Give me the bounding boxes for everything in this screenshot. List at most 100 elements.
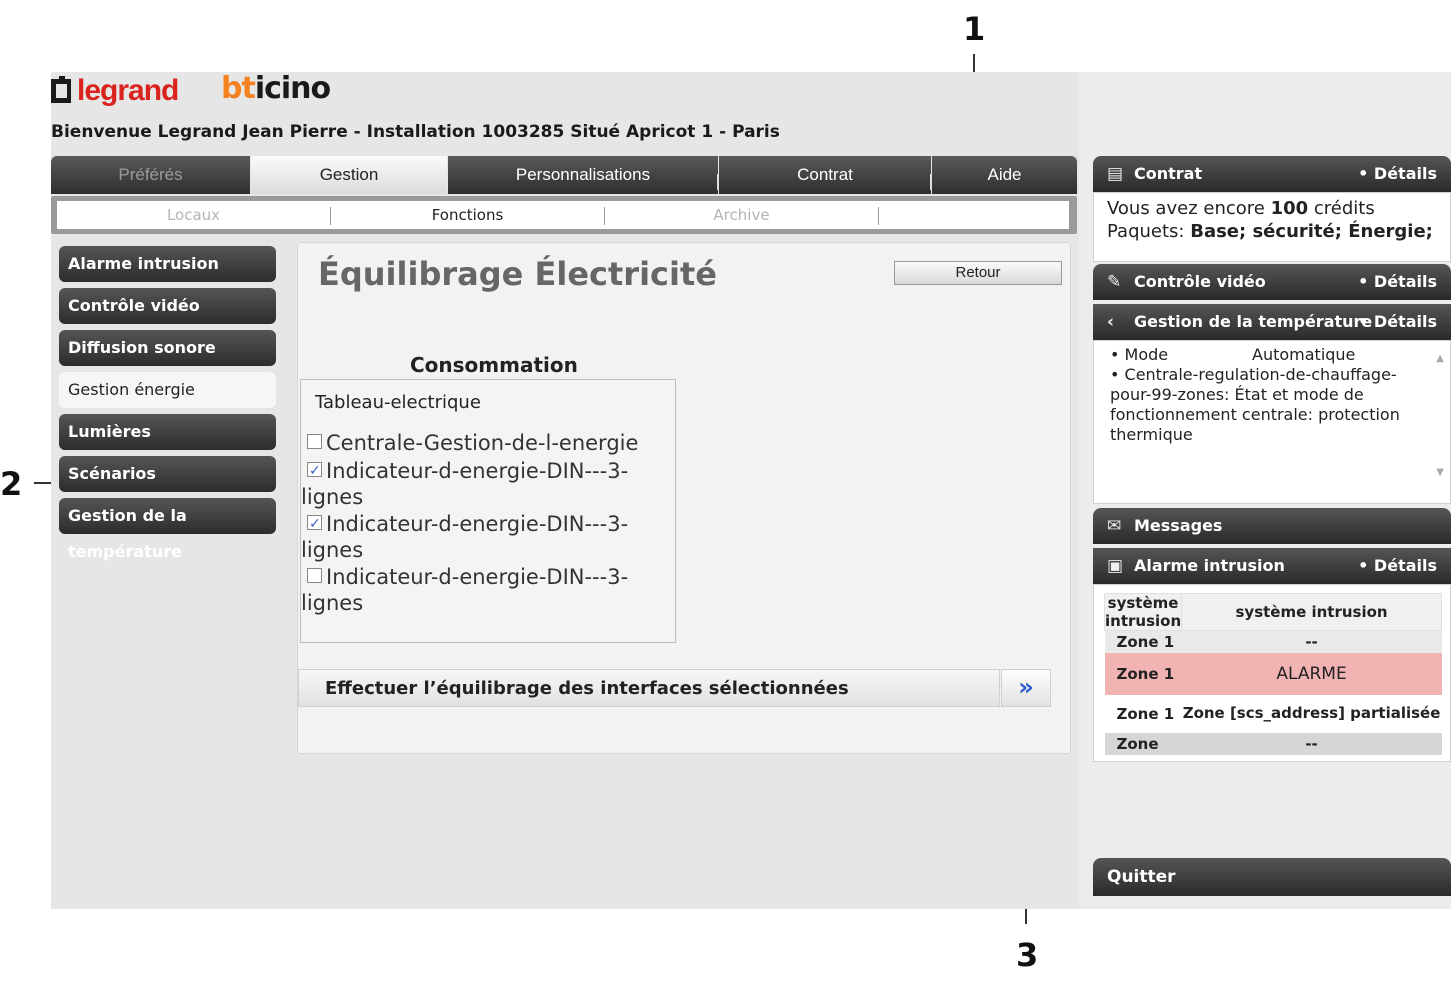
equilibrage-run-button[interactable]: » bbox=[1001, 669, 1051, 707]
quit-button[interactable]: Quitter bbox=[1093, 858, 1451, 896]
alarm-zone-table: système intrusion système intrusion Zone… bbox=[1103, 593, 1442, 755]
table-row: Zone 1 ALARME bbox=[1104, 652, 1442, 695]
interface-checkbox[interactable] bbox=[307, 511, 322, 537]
interface-checkbox[interactable] bbox=[307, 434, 322, 449]
temperature-body: • Mode Automatique • Centrale-regulation-… bbox=[1093, 340, 1451, 504]
subtab-separator bbox=[878, 207, 879, 225]
credits-text: Vous avez encore bbox=[1107, 198, 1271, 219]
credits-count: 100 bbox=[1270, 198, 1309, 219]
consommation-title: Consommation bbox=[410, 353, 578, 377]
alarme-body: système intrusion système intrusion Zone… bbox=[1093, 584, 1451, 762]
zone-cell: Zone 1 bbox=[1116, 664, 1175, 683]
menu-diffusion-sonore[interactable]: Diffusion sonore bbox=[59, 330, 276, 366]
alarme-header: ▣ Alarme intrusion • Détails bbox=[1093, 548, 1451, 584]
callout-1: 1 bbox=[963, 10, 986, 48]
messages-header[interactable]: ✉ Messages bbox=[1093, 508, 1451, 544]
zone-cell: Zone 1 bbox=[1116, 704, 1175, 723]
sub-nav: Locaux Fonctions Archive bbox=[51, 196, 1077, 234]
envelope-icon: ✉ bbox=[1107, 516, 1122, 536]
zone-status: -- bbox=[1305, 734, 1318, 753]
temperature-details-link[interactable]: • Détails bbox=[1358, 304, 1437, 340]
callout-2: 2 bbox=[0, 465, 23, 503]
zone-status: -- bbox=[1305, 632, 1318, 651]
subtab-fonctions[interactable]: Fonctions bbox=[331, 201, 604, 229]
menu-gestion-temperature[interactable]: Gestion de la température bbox=[59, 498, 276, 561]
retour-button[interactable]: Retour bbox=[894, 261, 1062, 285]
zone-cell: Zone bbox=[1116, 734, 1159, 753]
content-panel: Équilibrage Électricité Retour Consommat… bbox=[297, 242, 1071, 754]
interface-item[interactable]: Indicateur-d-energie-DIN---3- lignes bbox=[301, 458, 671, 510]
menu-gestion-energie[interactable]: Gestion énergie bbox=[59, 372, 276, 408]
subtab-archive[interactable]: Archive bbox=[605, 201, 878, 229]
mode-value: Automatique bbox=[1252, 345, 1356, 364]
temperature-header: ‹ Gestion de la température • Détails bbox=[1093, 304, 1451, 340]
paquets-value: Base; sécurité; Énergie; bbox=[1190, 221, 1433, 242]
paquets-line: Paquets: Base; sécurité; Énergie; bbox=[1107, 220, 1450, 243]
contrat-title: Contrat bbox=[1134, 164, 1203, 183]
temperature-title: Gestion de la température bbox=[1134, 312, 1373, 331]
alarme-details-link[interactable]: • Détails bbox=[1358, 548, 1437, 584]
tab-contrat[interactable]: Contrat bbox=[719, 156, 931, 194]
lock-icon: ▣ bbox=[1107, 556, 1124, 576]
interface-label: Indicateur-d-energie-DIN---3- bbox=[326, 512, 629, 536]
consommation-box: Tableau-electrique Centrale-Gestion-de-l… bbox=[300, 379, 676, 643]
table-header: système intrusion bbox=[1181, 593, 1442, 631]
menu-lumieres[interactable]: Lumières bbox=[59, 414, 276, 450]
contrat-details-link[interactable]: • Détails bbox=[1358, 156, 1437, 192]
interface-item[interactable]: Indicateur-d-energie-DIN---3- lignes bbox=[301, 564, 671, 616]
table-header: système intrusion bbox=[1103, 593, 1183, 631]
app-screen: legrand bticino Bienvenue Legrand Jean P… bbox=[51, 71, 1451, 909]
top-nav: Préférés Gestion Personnalisations Contr… bbox=[51, 156, 1077, 194]
interface-label-line2: lignes bbox=[301, 591, 364, 615]
interface-checkbox[interactable] bbox=[307, 568, 322, 583]
tab-preferes[interactable]: Préférés bbox=[51, 156, 250, 194]
mode-label: • Mode bbox=[1110, 345, 1169, 364]
scroll-up-icon[interactable]: ▲ bbox=[1436, 349, 1444, 369]
interface-label-line2: lignes bbox=[301, 485, 364, 509]
interface-label: Indicateur-d-energie-DIN---3- bbox=[326, 459, 629, 483]
scroll-down-icon[interactable]: ▼ bbox=[1436, 463, 1444, 483]
legrand-mark-icon bbox=[51, 76, 71, 103]
menu-controle-video[interactable]: Contrôle vidéo bbox=[59, 288, 276, 324]
interface-item[interactable]: Indicateur-d-energie-DIN---3- lignes bbox=[301, 511, 671, 563]
interface-checkbox[interactable] bbox=[307, 458, 322, 484]
equilibrage-action-label: Effectuer l’équilibrage des interfaces s… bbox=[325, 678, 849, 699]
callout-3: 3 bbox=[1016, 936, 1039, 974]
zone-cell: Zone 1 bbox=[1116, 632, 1175, 651]
interface-label: Centrale-Gestion-de-l-energie bbox=[326, 431, 639, 455]
video-header: ✎ Contrôle vidéo • Détails bbox=[1093, 264, 1451, 300]
messages-title: Messages bbox=[1134, 516, 1223, 535]
bticino-wordmark-rest: icino bbox=[254, 71, 331, 106]
stage: 1 2 3 legrand bticino Bienvenue Legrand … bbox=[0, 0, 1451, 983]
subtab-locaux[interactable]: Locaux bbox=[57, 201, 330, 229]
interface-item[interactable]: Centrale-Gestion-de-l-energie bbox=[301, 430, 671, 456]
mode-line: • Mode Automatique bbox=[1110, 345, 1426, 365]
video-title: Contrôle vidéo bbox=[1134, 272, 1266, 291]
video-details-link[interactable]: • Détails bbox=[1358, 264, 1437, 300]
interface-label-line2: lignes bbox=[301, 538, 364, 562]
table-row: Zone -- bbox=[1104, 732, 1442, 755]
legrand-wordmark: legrand bbox=[77, 74, 179, 107]
sub-nav-inner: Locaux Fonctions Archive bbox=[57, 201, 1069, 229]
thermometer-icon: ‹ bbox=[1107, 312, 1115, 332]
tableau-label: Tableau-electrique bbox=[315, 392, 481, 413]
tab-personnalisations[interactable]: Personnalisations bbox=[448, 156, 718, 194]
menu-alarme-intrusion[interactable]: Alarme intrusion bbox=[59, 246, 276, 282]
paquets-label: Paquets: bbox=[1107, 221, 1191, 242]
tab-gestion[interactable]: Gestion bbox=[251, 156, 447, 194]
legrand-logo: legrand bbox=[51, 74, 179, 108]
credits-line: Vous avez encore 100 crédits bbox=[1107, 197, 1450, 220]
bticino-wordmark-b: bt bbox=[221, 71, 256, 106]
credits-unit: crédits bbox=[1308, 198, 1375, 219]
tab-aide[interactable]: Aide bbox=[932, 156, 1077, 194]
welcome-text: Bienvenue Legrand Jean Pierre - Installa… bbox=[51, 122, 780, 142]
page-title: Équilibrage Électricité bbox=[318, 255, 717, 293]
menu-scenarios[interactable]: Scénarios bbox=[59, 456, 276, 492]
document-icon: ▤ bbox=[1107, 164, 1124, 184]
contrat-header: ▤ Contrat • Détails bbox=[1093, 156, 1451, 192]
bticino-logo: bticino bbox=[221, 71, 331, 106]
alarme-title: Alarme intrusion bbox=[1134, 556, 1285, 575]
table-row: Zone 1 Zone [scs_address] partialisée bbox=[1104, 694, 1442, 733]
table-row: Zone 1 -- bbox=[1104, 630, 1442, 653]
interface-label: Indicateur-d-energie-DIN---3- bbox=[326, 565, 629, 589]
